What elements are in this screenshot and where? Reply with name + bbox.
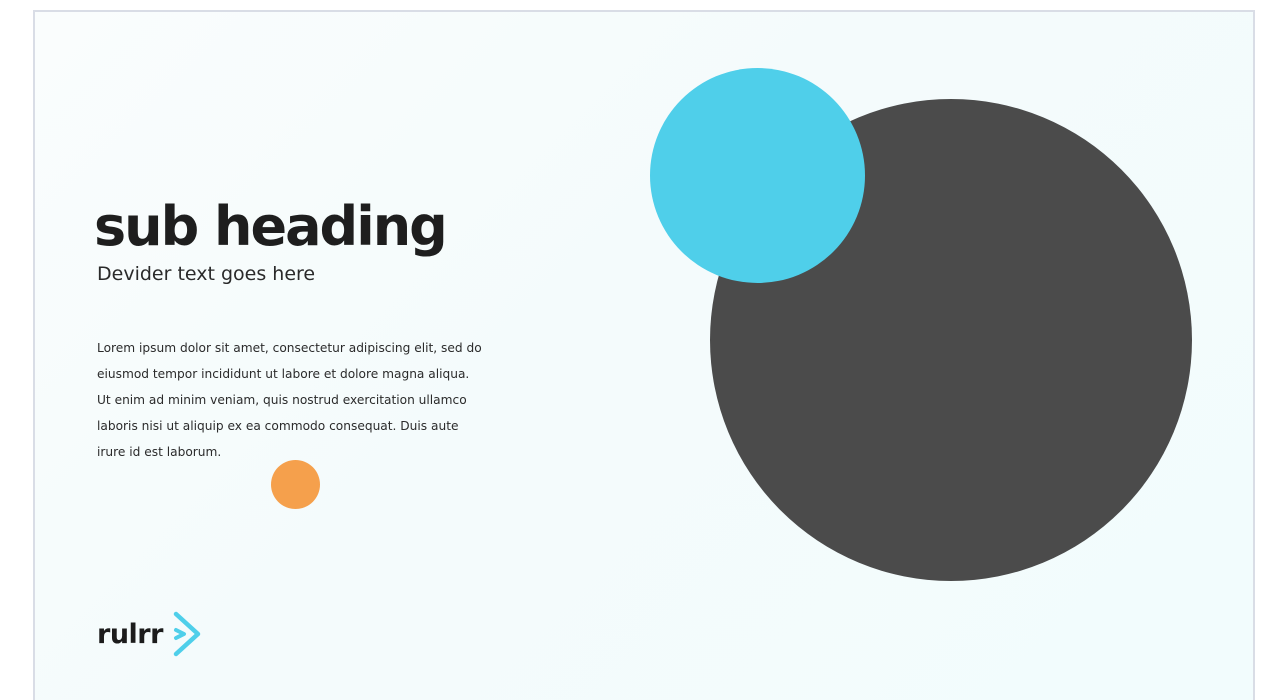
logo-wordmark: rulrr — [97, 618, 163, 650]
orange-dot-shape — [271, 460, 320, 509]
slide-heading: sub heading — [94, 195, 448, 258]
blue-circle-shape — [650, 68, 865, 283]
chevron-arrow-icon — [173, 611, 201, 657]
brand-logo: rulrr — [97, 610, 203, 658]
divider-text: Devider text goes here — [97, 263, 316, 285]
slide: sub heading Devider text goes here Lorem… — [33, 10, 1255, 700]
body-paragraph: Lorem ipsum dolor sit amet, consectetur … — [97, 341, 482, 459]
